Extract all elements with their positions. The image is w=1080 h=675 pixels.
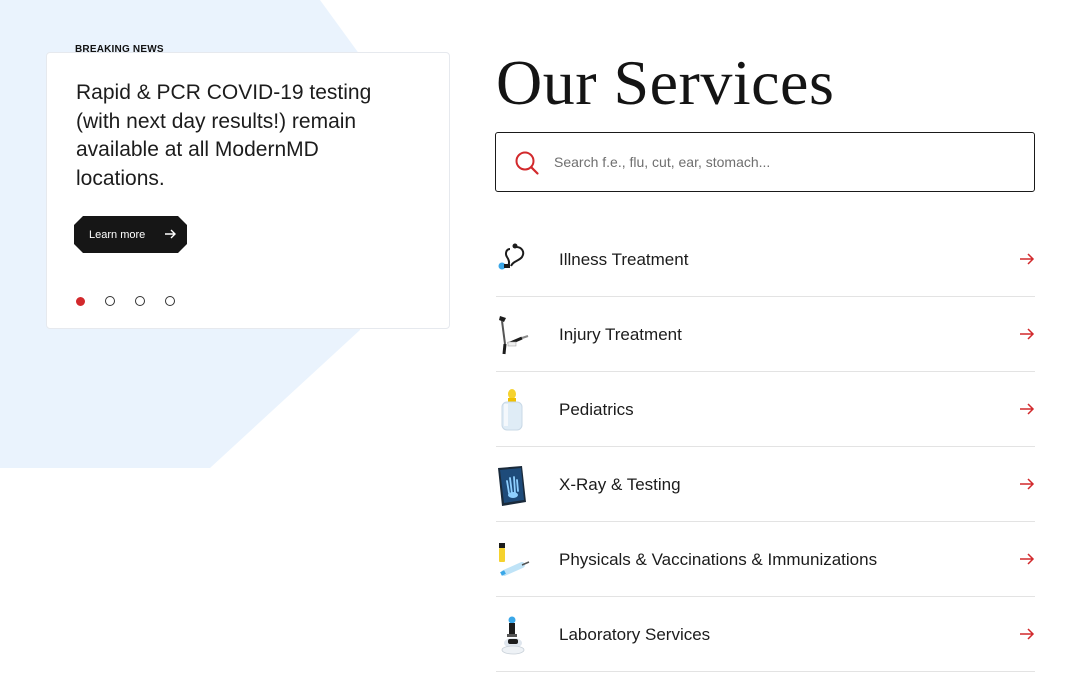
arrow-right-icon bbox=[1020, 403, 1035, 415]
learn-more-button[interactable]: Learn more bbox=[74, 216, 187, 253]
crutches-icon bbox=[499, 316, 529, 355]
carousel-dot-4[interactable] bbox=[165, 296, 175, 306]
carousel-dot-1[interactable] bbox=[76, 297, 85, 306]
arrow-right-icon bbox=[1020, 253, 1035, 265]
news-card: Rapid & PCR COVID-19 testing (with next … bbox=[46, 52, 450, 329]
syringe-icon bbox=[499, 543, 530, 576]
arrow-right-icon bbox=[165, 229, 176, 239]
arrow-right-icon bbox=[1020, 328, 1035, 340]
search-box[interactable] bbox=[495, 132, 1035, 192]
service-label: Illness Treatment bbox=[559, 250, 689, 269]
services-list: Illness Treatment Injury Treatment Pedia… bbox=[496, 222, 1035, 672]
arrow-right-icon bbox=[1020, 478, 1035, 490]
search-icon bbox=[515, 151, 539, 175]
service-item-xray-testing[interactable]: X-Ray & Testing bbox=[496, 447, 1035, 522]
service-item-pediatrics[interactable]: Pediatrics bbox=[496, 372, 1035, 447]
search-input[interactable] bbox=[554, 147, 1014, 177]
xray-icon bbox=[498, 466, 526, 506]
service-item-illness-treatment[interactable]: Illness Treatment bbox=[496, 222, 1035, 297]
service-item-injury-treatment[interactable]: Injury Treatment bbox=[496, 297, 1035, 372]
service-item-physicals-vaccinations[interactable]: Physicals & Vaccinations & Immunizations bbox=[496, 522, 1035, 597]
stethoscope-icon bbox=[498, 243, 525, 270]
service-label: Injury Treatment bbox=[559, 325, 682, 344]
service-label: Pediatrics bbox=[559, 400, 634, 419]
arrow-right-icon bbox=[1020, 628, 1035, 640]
service-label: Physicals & Vaccinations & Immunizations bbox=[559, 550, 878, 569]
arrow-right-icon bbox=[1020, 553, 1035, 565]
page-title: Our Services bbox=[496, 47, 835, 118]
news-text: Rapid & PCR COVID-19 testing (with next … bbox=[76, 81, 372, 190]
carousel-dots bbox=[76, 296, 175, 306]
carousel-dot-3[interactable] bbox=[135, 296, 145, 306]
microscope-icon bbox=[501, 616, 525, 655]
service-label: Laboratory Services bbox=[559, 625, 711, 644]
baby-bottle-icon bbox=[501, 389, 523, 431]
service-item-laboratory-services[interactable]: Laboratory Services bbox=[496, 597, 1035, 672]
carousel-dot-2[interactable] bbox=[105, 296, 115, 306]
service-label: X-Ray & Testing bbox=[559, 475, 681, 494]
learn-more-label: Learn more bbox=[89, 228, 146, 241]
